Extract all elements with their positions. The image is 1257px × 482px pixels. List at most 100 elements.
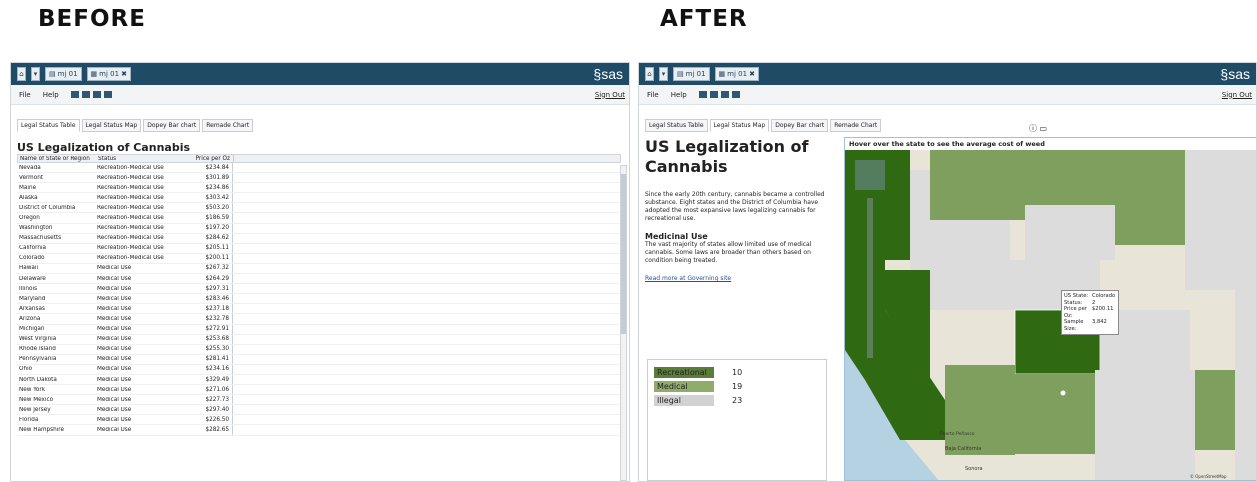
- sign-out-link[interactable]: Sign Out: [595, 91, 625, 99]
- tab-legal-status-map[interactable]: Legal Status Map: [81, 119, 142, 132]
- export-icon[interactable]: [81, 91, 90, 98]
- state-arizona[interactable]: [945, 365, 1015, 455]
- column-header-price[interactable]: Price per Oz: [178, 155, 234, 162]
- table-row[interactable]: Michigan Medical Use $272.91: [17, 324, 621, 335]
- legend-count-medical: 19: [732, 381, 743, 391]
- map-pan-control[interactable]: [855, 160, 885, 190]
- cell-price: $297.40: [177, 405, 233, 415]
- table-row[interactable]: Illinois Medical Use $297.31: [17, 284, 621, 295]
- menu-file[interactable]: File: [647, 91, 659, 99]
- state-new-mexico[interactable]: [1015, 374, 1095, 454]
- app-tab-1[interactable]: ▤ mj 01: [45, 67, 82, 81]
- sign-out-link[interactable]: Sign Out: [1222, 91, 1252, 99]
- app-tab-2[interactable]: ▦ mj 01 ✖: [714, 67, 759, 81]
- cell-state: Maine: [19, 184, 37, 191]
- chevron-down-icon[interactable]: ▾: [31, 67, 40, 81]
- table-row[interactable]: Delaware Medical Use $264.29: [17, 274, 621, 285]
- cell-state: Illinois: [19, 285, 38, 292]
- table-row[interactable]: Florida Medical Use $226.50: [17, 415, 621, 426]
- state-map[interactable]: Hover over the state to see the average …: [844, 137, 1257, 481]
- table-row[interactable]: District of Columbia Recreation-Medical U…: [17, 203, 621, 214]
- table-row[interactable]: Massachusetts Recreation-Medical Use $284.…: [17, 233, 621, 244]
- table-row[interactable]: Rhode Island Medical Use $255.30: [17, 344, 621, 355]
- table-row[interactable]: New Hampshire Medical Use $282.65: [17, 425, 621, 436]
- table-row[interactable]: Hawaii Medical Use $267.32: [17, 263, 621, 275]
- state-east-region[interactable]: [1235, 290, 1257, 481]
- cell-price: $329.49: [177, 374, 233, 385]
- table-row[interactable]: Colorado Recreation-Medical Use $200.11: [17, 253, 621, 264]
- table-row[interactable]: Washington Recreation-Medical Use $197.20: [17, 223, 621, 234]
- table-row[interactable]: Nevada Recreation-Medical Use $234.84: [17, 163, 621, 174]
- folder-icon[interactable]: [70, 91, 79, 98]
- app-tab-2[interactable]: ▦ mj 01 ✖: [86, 67, 131, 81]
- cell-price: $237.18: [177, 304, 233, 314]
- print-icon[interactable]: [103, 91, 112, 98]
- tab-legal-status-map[interactable]: Legal Status Map: [709, 119, 770, 132]
- tab-remade-chart[interactable]: Remade Chart: [830, 119, 882, 132]
- chevron-down-icon[interactable]: ▾: [659, 67, 668, 81]
- tab-dopey-bar-chart[interactable]: Dopey Bar chart: [771, 119, 829, 132]
- close-icon[interactable]: ✖: [121, 70, 127, 78]
- table-scrollbar[interactable]: [620, 165, 627, 481]
- info-intro: Since the early 20th century, cannabis b…: [645, 191, 825, 222]
- folder-icon[interactable]: [698, 91, 707, 98]
- info-icon[interactable]: ⓘ ▭: [1029, 123, 1047, 134]
- table-row[interactable]: New Jersey Medical Use $297.40: [17, 405, 621, 416]
- state-texas-oklahoma[interactable]: [1095, 370, 1195, 481]
- state-minnesota[interactable]: [1115, 150, 1185, 245]
- table-row[interactable]: Arizona Medical Use $232.78: [17, 314, 621, 325]
- export-icon[interactable]: [709, 91, 718, 98]
- place-label-baja: Baja California: [945, 446, 981, 452]
- table-row[interactable]: Pennsylvania Medical Use $281.41: [17, 354, 621, 365]
- governing-link[interactable]: Read more at Governing site: [645, 275, 731, 282]
- zoom-slider[interactable]: [867, 198, 873, 358]
- state-arkansas[interactable]: [1195, 370, 1235, 450]
- column-header-state[interactable]: Name of State or Region: [18, 156, 96, 162]
- table-row[interactable]: Maryland Medical Use $283.46: [17, 294, 621, 305]
- refresh-icon[interactable]: [720, 91, 729, 98]
- cell-status: Recreation-Medical Use: [97, 164, 164, 171]
- table-row[interactable]: Oregon Recreation-Medical Use $186.59: [17, 213, 621, 224]
- state-wyoming-utah[interactable]: [930, 220, 1010, 310]
- state-idaho[interactable]: [910, 170, 930, 270]
- tab-legal-status-table[interactable]: Legal Status Table: [645, 119, 708, 132]
- table-row[interactable]: Vermont Recreation-Medical Use $301.89: [17, 173, 621, 184]
- scrollbar-thumb[interactable]: [621, 174, 626, 334]
- table-row[interactable]: Alaska Recreation-Medical Use $303.42: [17, 193, 621, 204]
- table-row[interactable]: California Recreation-Medical Use $205.11: [17, 243, 621, 254]
- home-icon[interactable]: ⌂: [645, 67, 654, 81]
- report-icon: ▦: [718, 70, 726, 78]
- table-row[interactable]: Maine Recreation-Medical Use $234.86: [17, 183, 621, 194]
- home-icon[interactable]: ⌂: [17, 67, 26, 81]
- tab-dopey-bar-chart[interactable]: Dopey Bar chart: [143, 119, 201, 132]
- table-row[interactable]: Arkansas Medical Use $237.18: [17, 304, 621, 315]
- refresh-icon[interactable]: [92, 91, 101, 98]
- table-row[interactable]: New York Medical Use $271.06: [17, 385, 621, 396]
- table-row[interactable]: New Mexico Medical Use $227.73: [17, 395, 621, 406]
- table-row[interactable]: West Virginia Medical Use $253.68: [17, 334, 621, 345]
- legend-row: Illegal 23: [654, 394, 820, 406]
- cell-price: $283.46: [177, 294, 233, 304]
- cell-price: $255.30: [177, 344, 233, 354]
- menu-file[interactable]: File: [19, 91, 31, 99]
- column-header-status[interactable]: Status: [96, 156, 178, 162]
- table-row[interactable]: North Dakota Medical Use $329.49: [17, 374, 621, 386]
- close-icon[interactable]: ✖: [749, 70, 755, 78]
- cell-price: $264.29: [177, 274, 233, 284]
- state-south-dakota[interactable]: [1025, 205, 1115, 260]
- table-row[interactable]: Ohio Medical Use $234.16: [17, 364, 621, 375]
- state-wisconsin-region[interactable]: [1185, 150, 1257, 290]
- menu-help[interactable]: Help: [43, 91, 59, 99]
- cell-price: $227.73: [177, 395, 233, 405]
- menu-bar: File Help Sign Out: [639, 85, 1256, 105]
- map-canvas[interactable]: Baja California Sonora Puerto Peñasco © …: [845, 150, 1257, 481]
- tab-remade-chart[interactable]: Remade Chart: [202, 119, 254, 132]
- menu-help[interactable]: Help: [671, 91, 687, 99]
- place-label-puerto: Puerto Peñasco: [940, 431, 975, 437]
- tab-legal-status-table[interactable]: Legal Status Table: [17, 119, 80, 132]
- app-tab-1[interactable]: ▤ mj 01: [673, 67, 710, 81]
- state-north-dakota[interactable]: [1025, 150, 1115, 205]
- print-icon[interactable]: [731, 91, 740, 98]
- state-montana[interactable]: [930, 150, 1025, 220]
- cell-status: Medical Use: [97, 346, 132, 353]
